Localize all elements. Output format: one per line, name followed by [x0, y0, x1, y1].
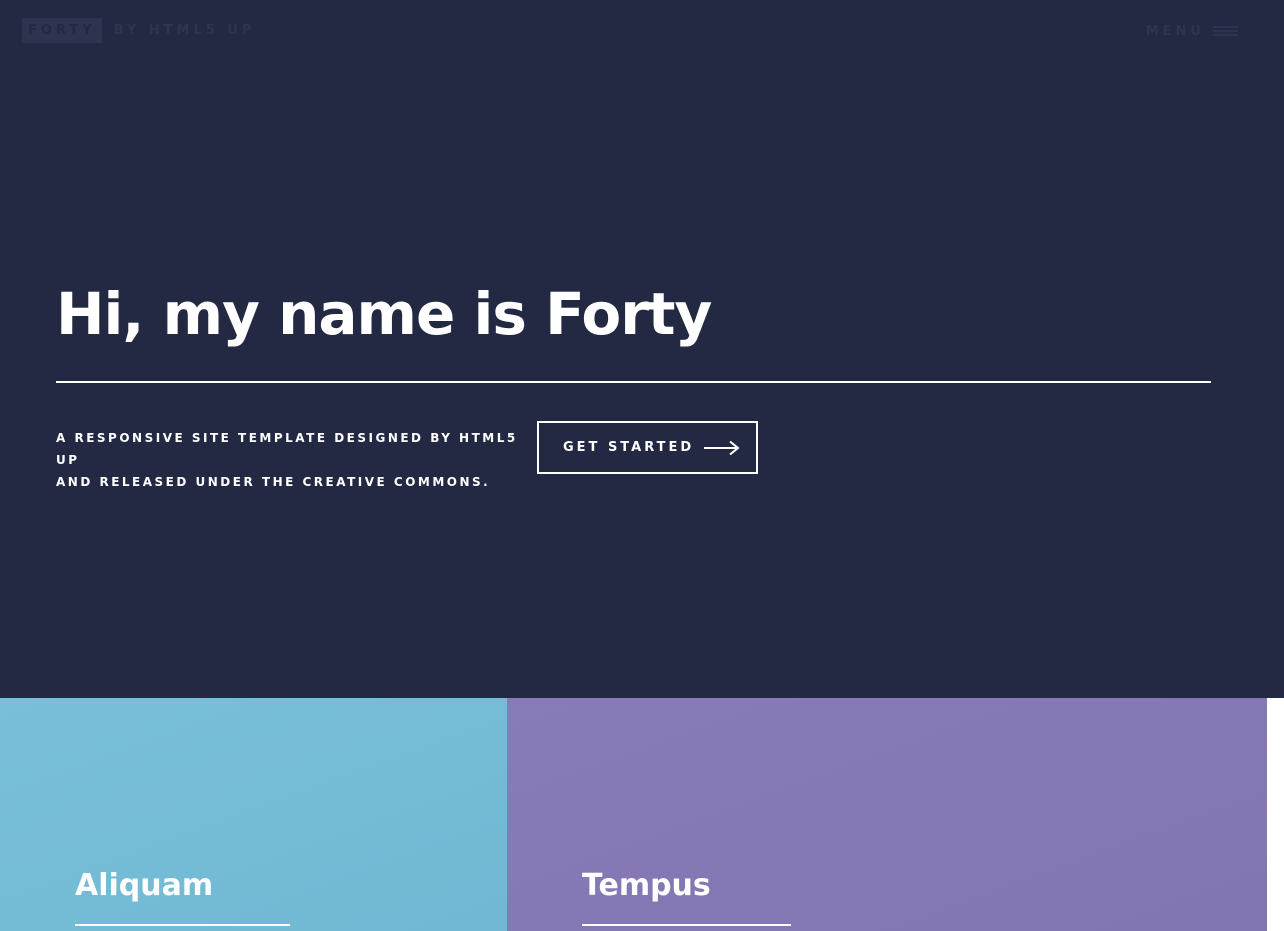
tile-underline	[582, 924, 791, 926]
tile-tempus[interactable]: Tempus	[507, 698, 1267, 931]
tile-aliquam[interactable]: Aliquam	[0, 698, 507, 931]
menu-button[interactable]: MENU	[1146, 22, 1238, 40]
site-header: FORTY BY HTML5 UP MENU	[0, 0, 1284, 62]
banner-title: Hi, my name is Forty	[56, 280, 712, 348]
tile-title: Tempus	[582, 868, 711, 903]
page: FORTY BY HTML5 UP MENU Hi, my name is Fo…	[0, 0, 1284, 931]
banner-divider	[56, 381, 1211, 383]
hamburger-icon	[1213, 26, 1238, 36]
get-started-button[interactable]: GET STARTED	[537, 421, 758, 474]
tile-title: Aliquam	[75, 868, 214, 903]
banner-description-line-2: AND RELEASED UNDER THE CREATIVE COMMONS.	[56, 475, 491, 489]
logo-text: FORTY	[22, 18, 102, 43]
logo-link[interactable]: FORTY BY HTML5 UP	[22, 18, 255, 43]
tile-underline	[75, 924, 290, 926]
logo-byline: BY HTML5 UP	[113, 23, 256, 38]
get-started-label: GET STARTED	[563, 440, 695, 455]
banner-description: A RESPONSIVE SITE TEMPLATE DESIGNED BY H…	[56, 427, 526, 493]
menu-label: MENU	[1145, 23, 1205, 39]
banner-description-line-1: A RESPONSIVE SITE TEMPLATE DESIGNED BY H…	[56, 431, 518, 467]
scroll-gutter	[1267, 698, 1284, 931]
arrow-right-icon	[704, 440, 740, 455]
